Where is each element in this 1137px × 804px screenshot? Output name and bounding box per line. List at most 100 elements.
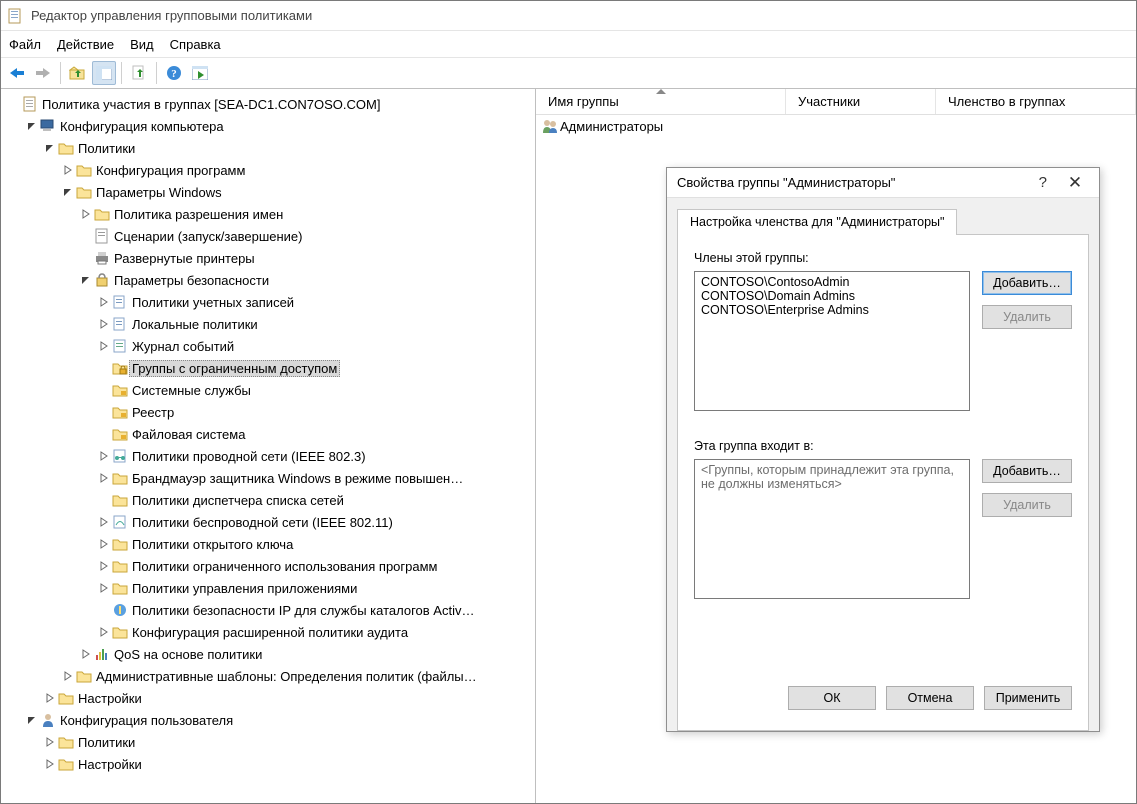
tree-item-label[interactable]: Реестр [129, 404, 177, 421]
tree-item-label[interactable]: Политики безопасности IP для службы ката… [129, 602, 477, 619]
tree-item-label[interactable]: Журнал событий [129, 338, 237, 355]
menu-view[interactable]: Вид [130, 37, 154, 52]
tree-item-label[interactable]: Группы с ограниченным доступом [129, 360, 340, 377]
members-listbox[interactable]: CONTOSO\ContosoAdmin CONTOSO\Domain Admi… [694, 271, 970, 411]
tree-item-label[interactable]: Конфигурация программ [93, 162, 248, 179]
back-button[interactable] [5, 61, 29, 85]
tree-root-label[interactable]: Политика участия в группах [SEA-DC1.CON7… [39, 96, 383, 113]
menu-file[interactable]: Файл [9, 37, 41, 52]
tree-item-label[interactable]: Настройки [75, 756, 145, 773]
tree-item-label[interactable]: Политики ограниченного использования про… [129, 558, 440, 575]
forward-button[interactable] [31, 61, 55, 85]
help-button[interactable]: ? [162, 61, 186, 85]
tree-item-label[interactable]: Политики [75, 140, 138, 157]
list-item[interactable]: CONTOSO\ContosoAdmin [701, 275, 963, 289]
twisty-expanded-icon[interactable] [25, 119, 39, 133]
twisty-expanded-icon[interactable] [25, 713, 39, 727]
tree-item-label[interactable]: Политики [75, 734, 138, 751]
tree-item-label[interactable]: Брандмауэр защитника Windows в режиме по… [129, 470, 466, 487]
twisty-collapsed-icon[interactable] [97, 317, 111, 331]
show-item-button[interactable] [188, 61, 212, 85]
folder-icon [57, 734, 75, 750]
twisty-collapsed-icon[interactable] [97, 581, 111, 595]
detail-pane-button[interactable] [92, 61, 116, 85]
twisty-collapsed-icon[interactable] [43, 757, 57, 771]
script-icon [93, 228, 111, 244]
tree-pane[interactable]: Политика участия в группах [SEA-DC1.CON7… [1, 89, 536, 803]
tab-membership[interactable]: Настройка членства для "Администраторы" [677, 209, 957, 235]
tree-item-label[interactable]: Локальные политики [129, 316, 261, 333]
tree-item-label[interactable]: Политики управления приложениями [129, 580, 360, 597]
twisty-expanded-icon[interactable] [61, 185, 75, 199]
export-list-button[interactable] [127, 61, 151, 85]
policy-icon [111, 316, 129, 332]
members-label: Члены этой группы: [694, 251, 1072, 265]
tree-item-label[interactable]: Параметры Windows [93, 184, 225, 201]
twisty-collapsed-icon[interactable] [97, 295, 111, 309]
tree-item-label[interactable]: Конфигурация пользователя [57, 712, 236, 729]
cancel-button[interactable]: Отмена [886, 686, 974, 710]
twisty-collapsed-icon[interactable] [97, 449, 111, 463]
tree-item-label[interactable]: Настройки [75, 690, 145, 707]
twisty-collapsed-icon[interactable] [97, 559, 111, 573]
remove-member-button[interactable]: Удалить [982, 305, 1072, 329]
twisty-collapsed-icon[interactable] [97, 515, 111, 529]
column-members[interactable]: Участники [786, 89, 936, 114]
twisty-collapsed-icon[interactable] [97, 537, 111, 551]
folder-lock-icon [111, 426, 129, 442]
apply-button[interactable]: Применить [984, 686, 1072, 710]
tree-item-label[interactable]: Административные шаблоны: Определения по… [93, 668, 480, 685]
toolbar-separator [121, 62, 122, 84]
tree-item-label[interactable]: Политики учетных записей [129, 294, 297, 311]
column-group-name[interactable]: Имя группы [536, 89, 786, 114]
twisty-collapsed-icon[interactable] [97, 625, 111, 639]
restricted-groups-icon [111, 360, 129, 376]
eventlog-icon [111, 338, 129, 354]
twisty-expanded-icon[interactable] [79, 273, 93, 287]
help-icon[interactable]: ? [1039, 174, 1047, 191]
tree-item-label[interactable]: Файловая система [129, 426, 248, 443]
twisty-expanded-icon[interactable] [43, 141, 57, 155]
twisty-collapsed-icon[interactable] [43, 735, 57, 749]
tree-item-label[interactable]: Конфигурация компьютера [57, 118, 227, 135]
main-window: Редактор управления групповыми политикам… [0, 0, 1137, 804]
memberof-listbox[interactable]: <Группы, которым принадлежит эта группа,… [694, 459, 970, 599]
twisty-collapsed-icon[interactable] [79, 647, 93, 661]
folder-lock-icon [111, 404, 129, 420]
tree-item-label[interactable]: Политики беспроводной сети (IEEE 802.11) [129, 514, 396, 531]
tree-item-label[interactable]: QoS на основе политики [111, 646, 265, 663]
tree-item-label[interactable]: Политики диспетчера списка сетей [129, 492, 347, 509]
twisty-collapsed-icon[interactable] [97, 471, 111, 485]
dialog-title: Свойства группы "Администраторы" [677, 175, 895, 190]
tree-item-label[interactable]: Политика разрешения имен [111, 206, 286, 223]
add-member-button[interactable]: Добавить… [982, 271, 1072, 295]
toolbar-separator [60, 62, 61, 84]
up-folder-button[interactable] [66, 61, 90, 85]
remove-memberof-button[interactable]: Удалить [982, 493, 1072, 517]
twisty-collapsed-icon[interactable] [43, 691, 57, 705]
list-item[interactable]: CONTOSO\Enterprise Admins [701, 303, 963, 317]
tree-item-label[interactable]: Политики проводной сети (IEEE 802.3) [129, 448, 369, 465]
tree-item-label[interactable]: Политики открытого ключа [129, 536, 296, 553]
twisty-collapsed-icon[interactable] [61, 669, 75, 683]
folder-icon [111, 492, 129, 508]
add-memberof-button[interactable]: Добавить… [982, 459, 1072, 483]
window-title: Редактор управления групповыми политикам… [31, 8, 312, 23]
twisty-collapsed-icon[interactable] [61, 163, 75, 177]
twisty-collapsed-icon[interactable] [79, 207, 93, 221]
column-member-of[interactable]: Членство в группах [936, 89, 1136, 114]
app-icon [7, 8, 23, 24]
list-item[interactable]: CONTOSO\Domain Admins [701, 289, 963, 303]
tree-item-label[interactable]: Параметры безопасности [111, 272, 272, 289]
tree-item-label[interactable]: Конфигурация расширенной политики аудита [129, 624, 411, 641]
ok-button[interactable]: ОК [788, 686, 876, 710]
twisty-collapsed-icon[interactable] [97, 339, 111, 353]
close-icon[interactable]: ✕ [1061, 173, 1089, 193]
menu-help[interactable]: Справка [170, 37, 221, 52]
tree-item-label[interactable]: Системные службы [129, 382, 254, 399]
tree-item-label[interactable]: Развернутые принтеры [111, 250, 258, 267]
menu-action[interactable]: Действие [57, 37, 114, 52]
policy-icon [111, 294, 129, 310]
list-row[interactable]: Администраторы [536, 115, 1136, 137]
tree-item-label[interactable]: Сценарии (запуск/завершение) [111, 228, 305, 245]
